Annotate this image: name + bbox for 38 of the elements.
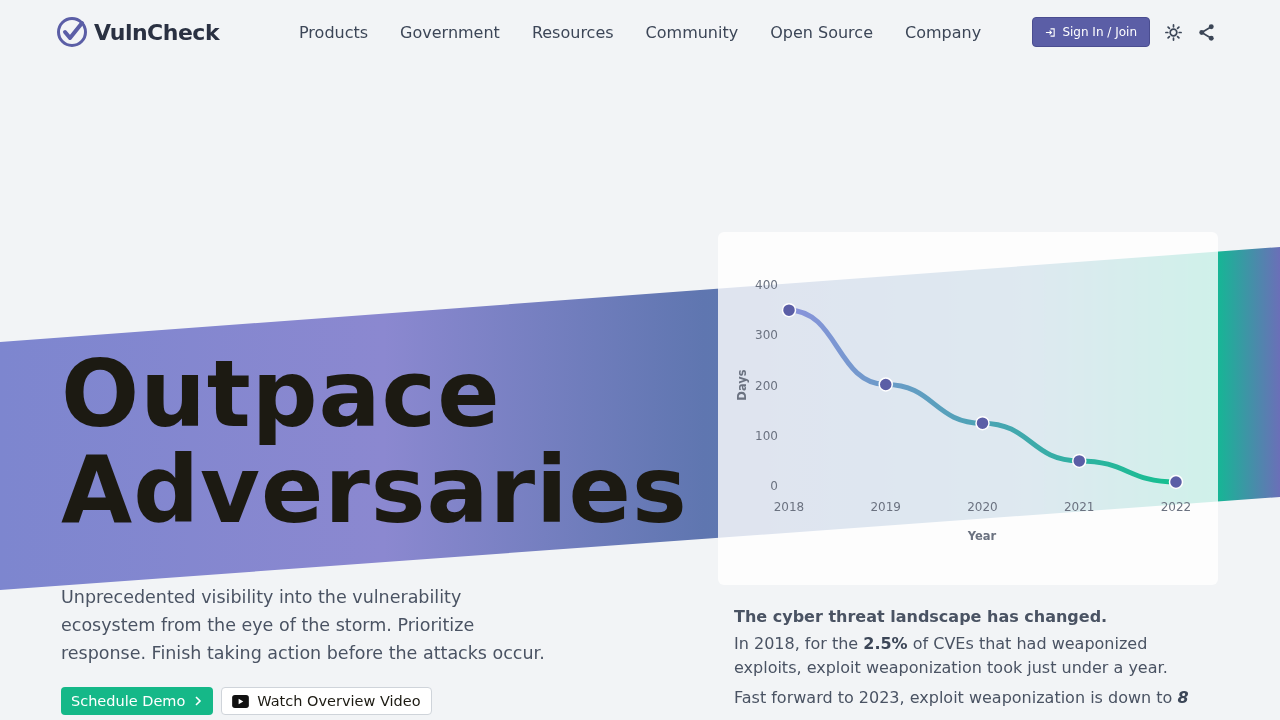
hero-title: Outpace xyxy=(61,347,501,443)
sun-icon[interactable] xyxy=(1164,22,1183,42)
chevron-icon xyxy=(193,696,204,706)
y-tick-label: 300 xyxy=(755,328,778,343)
x-tick-label: 2018 xyxy=(773,500,805,514)
nav-link[interactable]: Government xyxy=(400,22,500,42)
nav-link[interactable]: Products xyxy=(299,22,369,42)
sign-in-button[interactable]: Sign In / Join xyxy=(1032,17,1150,47)
data-point xyxy=(878,377,893,392)
logo[interactable]: VulnCheck xyxy=(56,16,299,48)
y-axis-title: Days xyxy=(735,369,749,401)
share-icon[interactable] xyxy=(1197,22,1216,42)
play-icon xyxy=(232,694,250,708)
x-tick-label: 2020 xyxy=(967,500,998,514)
data-point xyxy=(1168,474,1184,490)
nav-link[interactable]: Resources xyxy=(531,22,614,42)
watch-video-button[interactable]: Watch Overview Video xyxy=(221,687,432,715)
x-axis-title: Year xyxy=(967,529,997,543)
y-tick-label: 0 xyxy=(770,479,778,493)
x-tick-label: 2022 xyxy=(1160,500,1192,514)
data-point xyxy=(1072,453,1087,469)
sign-in-icon xyxy=(1045,26,1057,38)
check-shield-icon xyxy=(56,16,88,48)
x-tick-label: 2021 xyxy=(1064,500,1095,514)
x-tick-label: 2019 xyxy=(870,500,901,514)
info-paragraph: In 2018, for the 2.5% of CVEs that had weaponized exploits, exploit weaponization took just under a year. xyxy=(734,633,1169,679)
nav-link[interactable]: Company xyxy=(905,22,982,42)
y-tick-label: 200 xyxy=(755,378,778,393)
data-point xyxy=(781,302,797,318)
data-point xyxy=(975,415,990,431)
info-paragraph: Fast forward to 2023, exploit weaponization is down to 8 xyxy=(734,687,1190,709)
nav-link[interactable]: Community xyxy=(645,22,739,42)
logo-text: VulnCheck xyxy=(94,19,219,45)
nav-link[interactable]: Open Source xyxy=(770,22,873,42)
y-tick-label: 400 xyxy=(755,278,778,292)
hero-subtitle: Unprecedented visibility into the vulnerability ecosystem from the eye of the storm. Prioritize response. Finish taking action before the attacks occur. xyxy=(61,586,546,665)
info-heading: The cyber threat landscape has changed. xyxy=(734,607,1109,626)
y-tick-label: 100 xyxy=(755,428,778,443)
